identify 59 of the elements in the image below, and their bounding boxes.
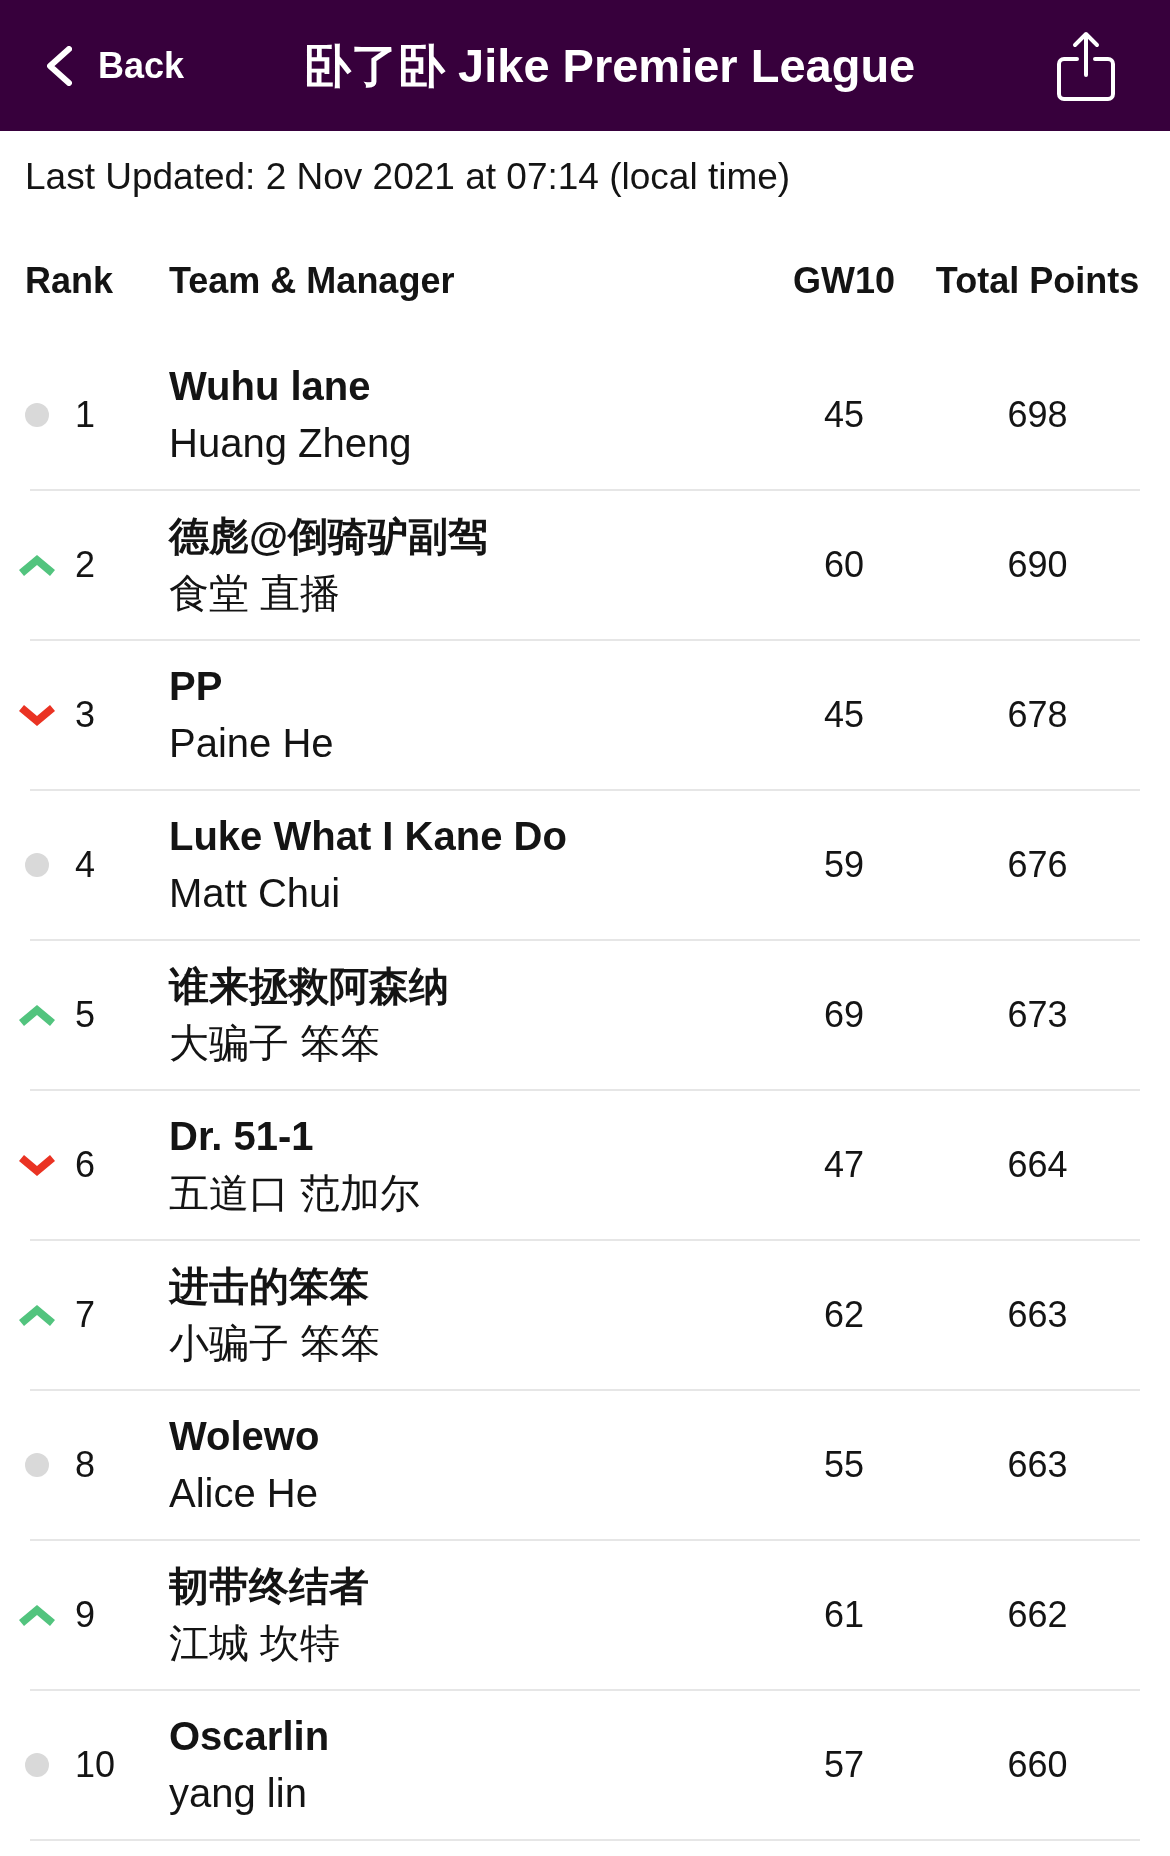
gameweek-points: 57 bbox=[823, 1747, 864, 1783]
share-button[interactable] bbox=[1057, 30, 1115, 101]
rank-number: 7 bbox=[75, 1297, 96, 1333]
rank-number: 3 bbox=[75, 697, 96, 733]
team-name: 谁来拯救阿森纳 bbox=[169, 963, 449, 1010]
rank-number: 6 bbox=[75, 1147, 96, 1183]
column-header: GW10 bbox=[793, 259, 895, 303]
team-name: 进击的笨笨 bbox=[169, 1263, 369, 1310]
manager-name: 小骗子 笨笨 bbox=[169, 1320, 381, 1367]
total-points: 664 bbox=[1007, 1147, 1068, 1183]
gameweek-points: 60 bbox=[823, 547, 864, 583]
total-points: 663 bbox=[1007, 1447, 1068, 1483]
total-points: 660 bbox=[1007, 1747, 1068, 1783]
manager-name: 食堂 直播 bbox=[169, 570, 341, 617]
column-header: Total Points bbox=[935, 259, 1140, 303]
gameweek-points: 59 bbox=[823, 847, 864, 883]
manager-name: 五道口 范加尔 bbox=[169, 1170, 421, 1217]
back-button[interactable]: Back bbox=[47, 45, 185, 86]
team-name: Wolewo bbox=[169, 1413, 320, 1460]
team-name: 德彪@倒骑驴副驾 bbox=[169, 513, 488, 560]
team-name: PP bbox=[169, 663, 223, 710]
rank-number: 10 bbox=[75, 1747, 116, 1783]
last-updated-text: Last Updated: 2 Nov 2021 at 07:14 (local time) bbox=[25, 157, 791, 195]
gameweek-points: 62 bbox=[823, 1297, 864, 1333]
team-name: Luke What I Kane Do bbox=[169, 813, 567, 860]
rank-number: 5 bbox=[75, 997, 96, 1033]
manager-name: Paine He bbox=[169, 720, 334, 767]
chevron-left-icon bbox=[47, 45, 72, 86]
rank-number: 2 bbox=[75, 547, 96, 583]
column-header: Team & Manager bbox=[169, 259, 455, 303]
gameweek-points: 61 bbox=[823, 1597, 864, 1633]
column-header: Rank bbox=[25, 259, 114, 303]
gameweek-points: 69 bbox=[823, 997, 864, 1033]
gameweek-points: 47 bbox=[823, 1147, 864, 1183]
manager-name: Matt Chui bbox=[169, 870, 341, 917]
total-points: 690 bbox=[1007, 547, 1068, 583]
gameweek-points: 45 bbox=[823, 397, 864, 433]
rank-number: 8 bbox=[75, 1447, 96, 1483]
rank-number: 9 bbox=[75, 1597, 96, 1633]
gameweek-points: 55 bbox=[823, 1447, 864, 1483]
team-name: Wuhu lane bbox=[169, 363, 371, 410]
manager-name: Huang Zheng bbox=[169, 420, 412, 467]
rank-number: 4 bbox=[75, 847, 96, 883]
rank-number: 1 bbox=[75, 397, 96, 433]
total-points: 673 bbox=[1007, 997, 1068, 1033]
total-points: 662 bbox=[1007, 1597, 1068, 1633]
team-name: Dr. 51-1 bbox=[169, 1113, 314, 1160]
total-points: 678 bbox=[1007, 697, 1068, 733]
team-name: 韧带终结者 bbox=[169, 1563, 369, 1610]
total-points: 676 bbox=[1007, 847, 1068, 883]
manager-name: 大骗子 笨笨 bbox=[169, 1020, 381, 1067]
team-name: Oscarlin bbox=[169, 1713, 330, 1760]
manager-name: Alice He bbox=[169, 1470, 318, 1517]
share-icon bbox=[1057, 30, 1115, 101]
gameweek-points: 45 bbox=[823, 697, 864, 733]
total-points: 698 bbox=[1007, 397, 1068, 433]
total-points: 663 bbox=[1007, 1297, 1068, 1333]
manager-name: 江城 坎特 bbox=[169, 1620, 341, 1667]
manager-name: yang lin bbox=[169, 1770, 307, 1817]
